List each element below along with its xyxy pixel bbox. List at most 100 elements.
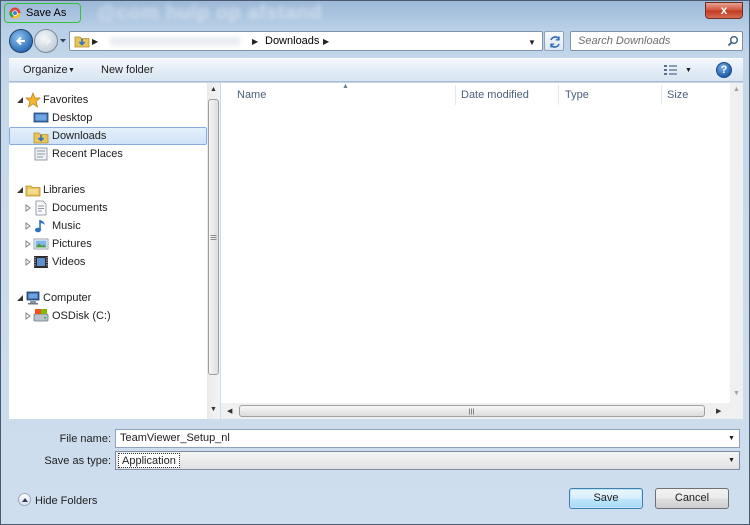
refresh-icon xyxy=(550,36,560,48)
column-header-type[interactable]: Type xyxy=(565,89,589,101)
sidebar-item-music[interactable]: Music xyxy=(9,217,209,235)
downloads-folder-icon xyxy=(33,132,49,144)
window-title: Save As xyxy=(26,7,67,19)
collapsed-triangle-icon[interactable] xyxy=(24,240,32,248)
libraries-icon xyxy=(25,185,41,197)
nav-label: OSDisk (C:) xyxy=(52,310,111,322)
nav-label: Computer xyxy=(43,292,92,304)
column-header-date-modified[interactable]: Date modified xyxy=(461,89,529,101)
back-button[interactable] xyxy=(9,29,33,53)
view-options-icon[interactable] xyxy=(663,63,679,77)
nav-group-libraries[interactable]: Libraries xyxy=(9,181,209,199)
expanded-triangle-icon[interactable] xyxy=(16,186,24,194)
sidebar-item-documents[interactable]: Documents xyxy=(9,199,209,217)
new-folder-button[interactable]: New folder xyxy=(101,64,154,76)
chevron-up-icon xyxy=(22,498,28,502)
desktop-icon xyxy=(33,112,49,123)
breadcrumb-separator-icon[interactable]: ▶ xyxy=(92,37,98,46)
chevron-down-icon[interactable]: ▼ xyxy=(685,67,692,74)
close-button[interactable]: x xyxy=(705,2,743,19)
scroll-right-icon[interactable]: ▶ xyxy=(716,407,721,415)
scroll-left-icon[interactable]: ◀ xyxy=(227,407,232,415)
sidebar-item-downloads[interactable]: Downloads xyxy=(9,127,207,145)
sidebar-item-pictures[interactable]: Pictures xyxy=(9,235,209,253)
search-input[interactable]: Search Downloads xyxy=(578,35,670,47)
navigation-pane: Favorites Desktop Downloads Recent Place… xyxy=(9,83,220,419)
nav-label: Music xyxy=(52,220,81,232)
organize-button[interactable]: Organize xyxy=(23,64,68,76)
blurred-breadcrumb xyxy=(110,37,240,46)
address-bar[interactable]: ▶ ▶ Downloads ▶ ▼ xyxy=(69,31,543,51)
nav-label: Videos xyxy=(52,256,86,268)
column-divider[interactable] xyxy=(455,85,456,105)
file-list[interactable]: ▲ Name Date modified Type Size ◀ ▶ ▲ ▼ xyxy=(221,83,743,419)
refresh-button[interactable] xyxy=(544,31,564,51)
back-arrow-icon xyxy=(16,36,25,46)
documents-icon xyxy=(35,200,47,216)
cancel-button[interactable]: Cancel xyxy=(655,488,729,509)
nav-label: Libraries xyxy=(43,184,86,196)
nav-group-computer[interactable]: Computer xyxy=(9,289,209,307)
forward-button[interactable] xyxy=(34,29,58,53)
help-icon[interactable]: ? xyxy=(716,62,732,78)
file-name-label: File name: xyxy=(59,433,111,445)
search-icon[interactable] xyxy=(727,35,739,47)
horizontal-scrollbar[interactable]: ◀ ▶ xyxy=(221,403,730,419)
address-dropdown-icon[interactable]: ▼ xyxy=(528,38,536,47)
column-divider[interactable] xyxy=(661,85,662,105)
recent-pages-dropdown-icon[interactable] xyxy=(59,37,67,45)
breadcrumb-separator-icon[interactable]: ▶ xyxy=(252,37,258,46)
navigation-scrollbar[interactable]: ▲ ▼ xyxy=(207,83,220,419)
chevron-down-icon[interactable]: ▼ xyxy=(728,435,735,442)
scroll-down-icon[interactable]: ▼ xyxy=(733,390,740,397)
nav-label: Desktop xyxy=(52,112,93,124)
sidebar-item-recent-places[interactable]: Recent Places xyxy=(9,145,209,163)
breadcrumb-downloads[interactable]: Downloads xyxy=(265,35,319,47)
sidebar-item-videos[interactable]: Videos xyxy=(9,253,209,271)
save-as-type-select[interactable]: Application ▼ xyxy=(115,451,740,470)
search-box[interactable]: Search Downloads xyxy=(570,31,743,51)
file-name-field[interactable]: TeamViewer_Setup_nl ▼ xyxy=(115,429,740,448)
expanded-triangle-icon[interactable] xyxy=(16,96,24,104)
collapsed-triangle-icon[interactable] xyxy=(24,222,32,230)
chrome-icon xyxy=(9,7,21,19)
sidebar-item-desktop[interactable]: Desktop xyxy=(9,109,209,127)
column-header-size[interactable]: Size xyxy=(667,89,688,101)
scrollbar-thumb[interactable] xyxy=(239,405,705,417)
collapsed-triangle-icon[interactable] xyxy=(24,258,32,266)
file-list-scrollbar[interactable]: ▲ ▼ xyxy=(730,83,743,419)
save-as-type-value[interactable]: Application xyxy=(118,453,180,468)
nav-group-favorites[interactable]: Favorites xyxy=(9,91,209,109)
save-as-dialog: Save As @com hulp op afstand x ▶ ▶ Downl… xyxy=(0,0,750,525)
file-name-input[interactable]: TeamViewer_Setup_nl xyxy=(120,432,230,444)
breadcrumb-separator-icon[interactable]: ▶ xyxy=(323,37,329,46)
hide-folders-button[interactable]: Hide Folders xyxy=(35,495,97,507)
scrollbar-thumb[interactable] xyxy=(208,99,219,375)
column-header-name[interactable]: Name xyxy=(237,89,266,101)
title-bar[interactable]: Save As @com hulp op afstand x xyxy=(1,1,749,27)
scroll-up-icon[interactable]: ▲ xyxy=(733,86,740,93)
grip-icon xyxy=(469,408,474,415)
downloads-folder-icon xyxy=(74,36,90,48)
expanded-triangle-icon[interactable] xyxy=(16,294,24,302)
scroll-down-icon[interactable]: ▼ xyxy=(210,406,217,413)
command-bar: Organize ▼ New folder ▼ ? xyxy=(9,58,743,82)
nav-label: Pictures xyxy=(52,238,92,250)
sidebar-item-osdisk[interactable]: OSDisk (C:) xyxy=(9,307,209,325)
nav-label: Recent Places xyxy=(52,148,123,160)
forward-arrow-icon xyxy=(42,36,51,46)
drive-icon xyxy=(33,309,49,322)
grip-icon xyxy=(210,235,217,240)
collapsed-triangle-icon[interactable] xyxy=(24,312,32,320)
column-divider[interactable] xyxy=(558,85,559,105)
chevron-down-icon[interactable]: ▼ xyxy=(728,457,735,464)
collapsed-triangle-icon[interactable] xyxy=(24,204,32,212)
star-icon xyxy=(25,92,41,108)
music-note-icon xyxy=(35,220,45,233)
blurred-title-text: @com hulp op afstand xyxy=(97,2,323,24)
scroll-up-icon[interactable]: ▲ xyxy=(210,86,217,93)
save-button[interactable]: Save xyxy=(569,488,643,509)
hide-folders-toggle[interactable] xyxy=(18,493,31,506)
pictures-icon xyxy=(33,238,49,250)
chevron-down-icon[interactable]: ▼ xyxy=(68,67,75,74)
